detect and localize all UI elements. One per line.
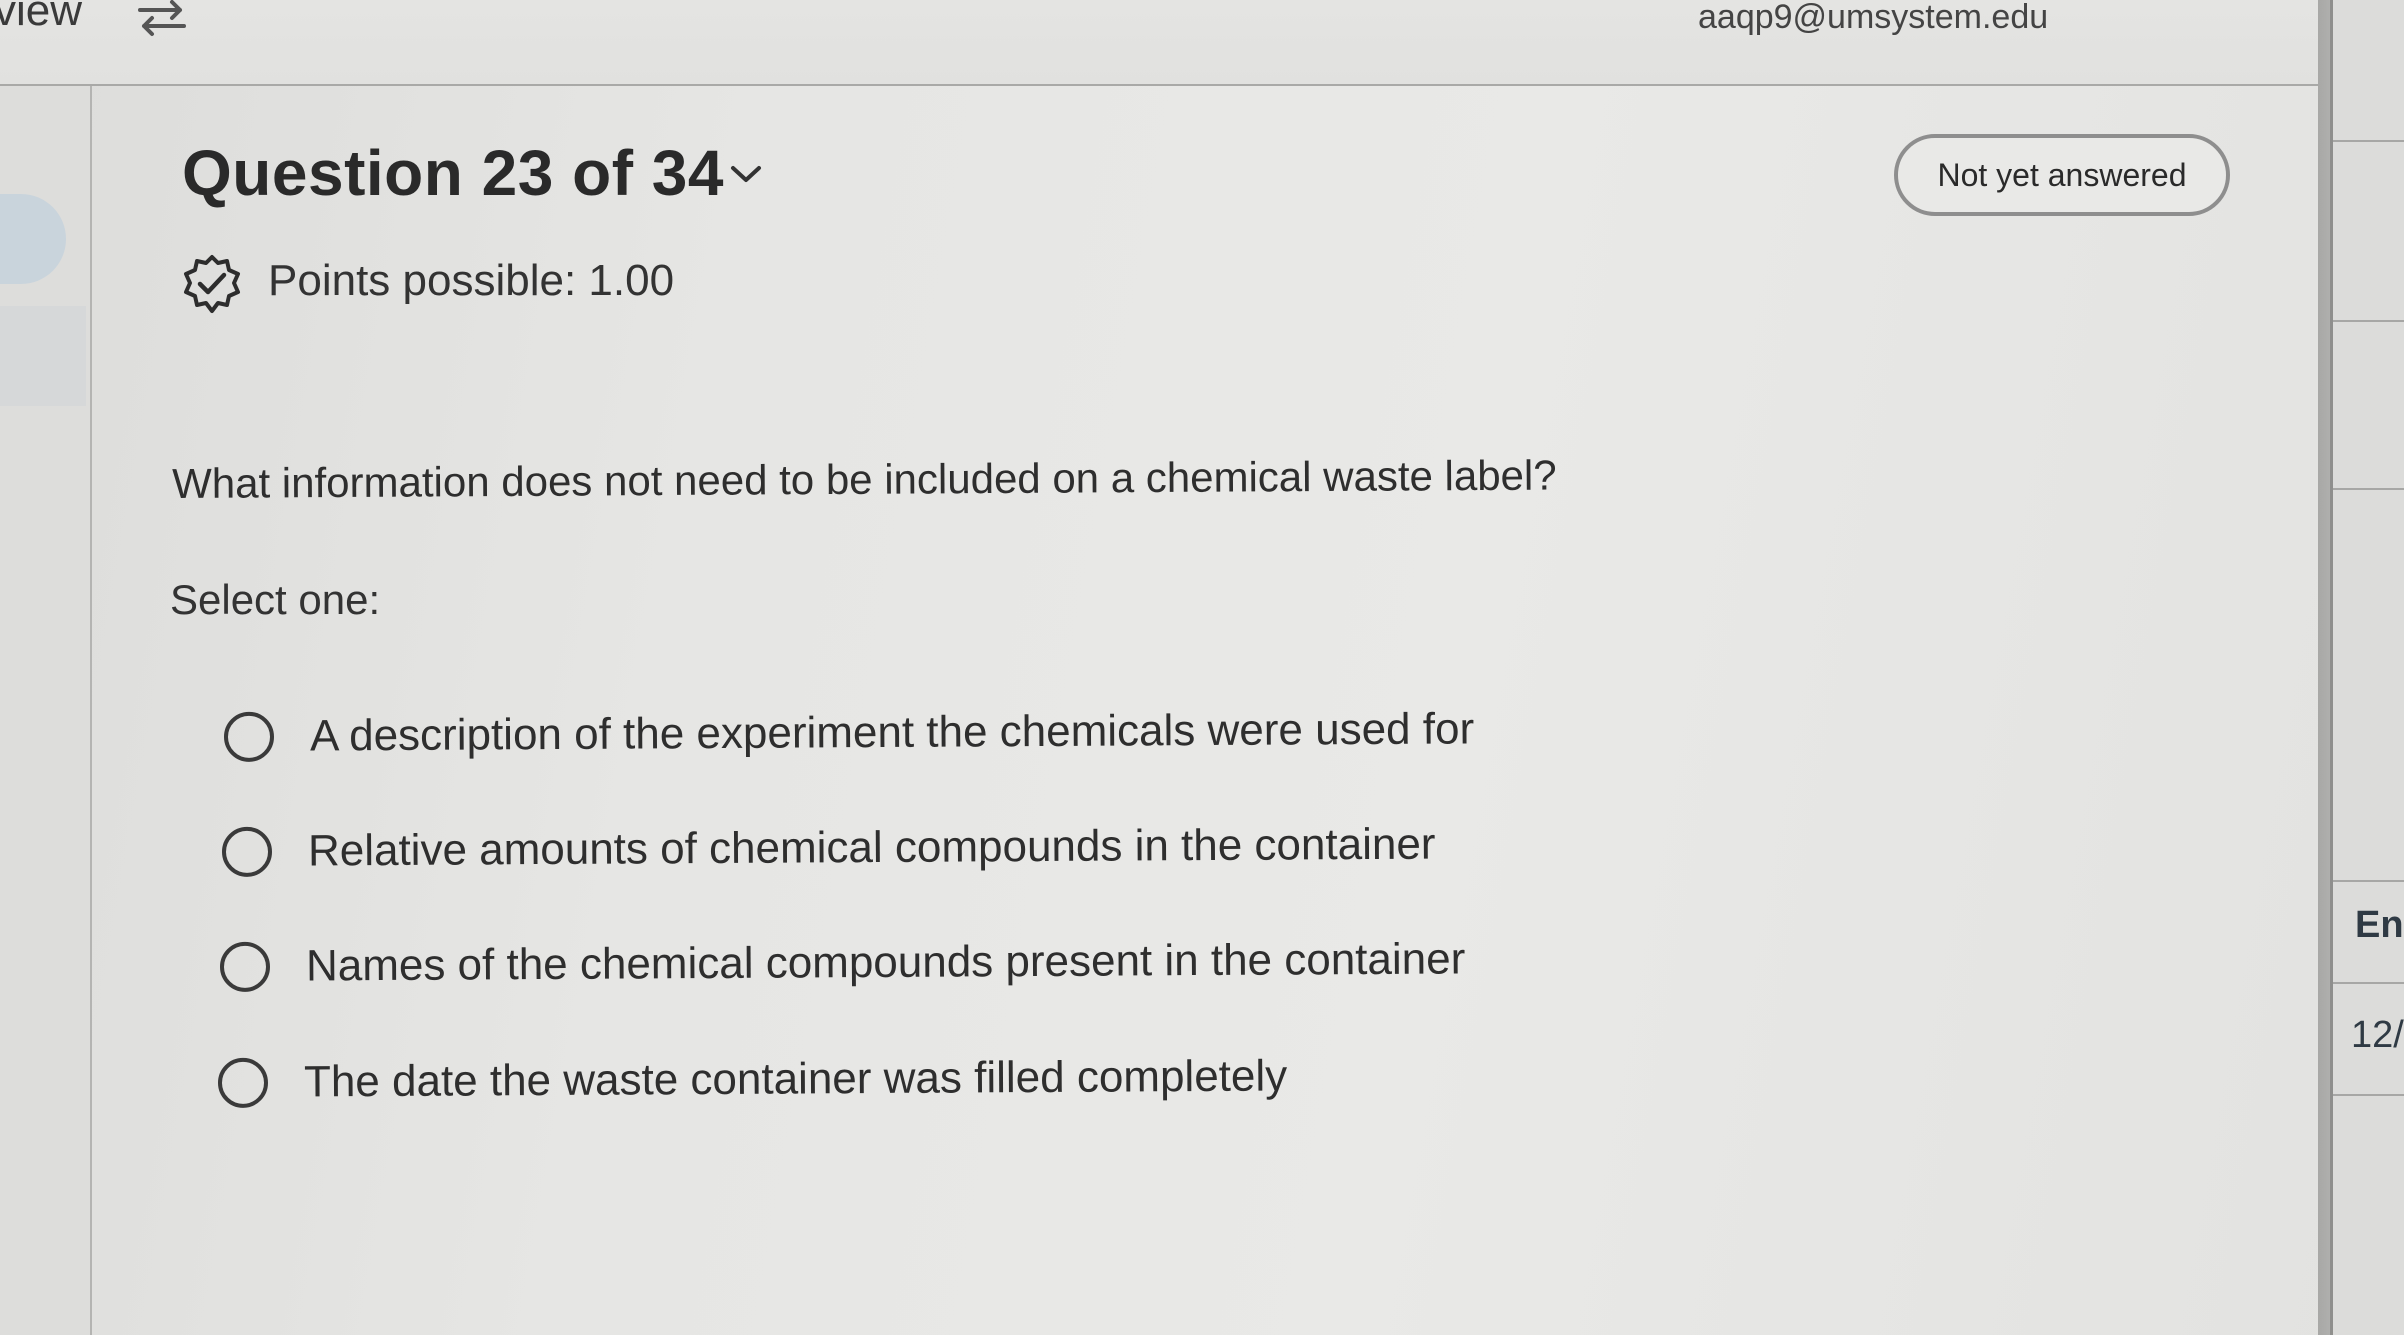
radio-button[interactable] (221, 826, 273, 877)
sidebar-nav-block[interactable] (0, 306, 86, 406)
chevron-down-icon[interactable] (728, 160, 764, 188)
points-possible: Points possible: 1.00 (268, 256, 675, 305)
answer-option-label[interactable]: A description of the experiment the chem… (310, 704, 1474, 761)
user-email: aaqp9@umsystem.edu (1698, 0, 2049, 36)
radio-button[interactable] (219, 941, 271, 992)
panel-divider (2333, 488, 2404, 490)
right-side-panel: En 12/ (2330, 0, 2404, 1335)
select-one-prompt: Select one: (170, 576, 381, 623)
answer-option-label[interactable]: Relative amounts of chemical compounds i… (308, 820, 1436, 877)
panel-divider (2333, 1094, 2404, 1096)
quiz-page: view aaqp9@umsystem.edu En 12/ Question … (0, 0, 2404, 1335)
answer-option[interactable]: Relative amounts of chemical compounds i… (221, 820, 1436, 877)
top-bar: view aaqp9@umsystem.edu (0, 0, 2318, 86)
panel-divider (2333, 982, 2404, 984)
panel-divider (2333, 140, 2404, 142)
panel-label-fragment: En (2355, 904, 2404, 946)
question-text: What information does not need to be inc… (172, 451, 1557, 507)
question-title: Question 23 of 34 (182, 137, 724, 209)
answer-option[interactable]: The date the waste container was filled … (217, 1051, 1287, 1108)
answer-option-label[interactable]: Names of the chemical compounds present … (306, 934, 1466, 991)
radio-button[interactable] (223, 711, 275, 762)
status-badge: Not yet answered (1894, 134, 2230, 216)
sidebar-nav-item[interactable] (0, 194, 66, 284)
panel-divider (2333, 880, 2404, 882)
panel-date-fragment: 12/ (2351, 1014, 2404, 1056)
radio-button[interactable] (217, 1057, 269, 1108)
swap-arrows-icon[interactable] (132, 0, 192, 38)
panel-divider (2333, 320, 2404, 322)
verified-badge-icon (180, 253, 244, 317)
view-link[interactable]: view (0, 0, 82, 36)
answer-option-label[interactable]: The date the waste container was filled … (304, 1051, 1287, 1107)
answer-option[interactable]: Names of the chemical compounds present … (219, 934, 1466, 992)
answer-option[interactable]: A description of the experiment the chem… (223, 704, 1474, 762)
left-sidebar (0, 86, 92, 1335)
